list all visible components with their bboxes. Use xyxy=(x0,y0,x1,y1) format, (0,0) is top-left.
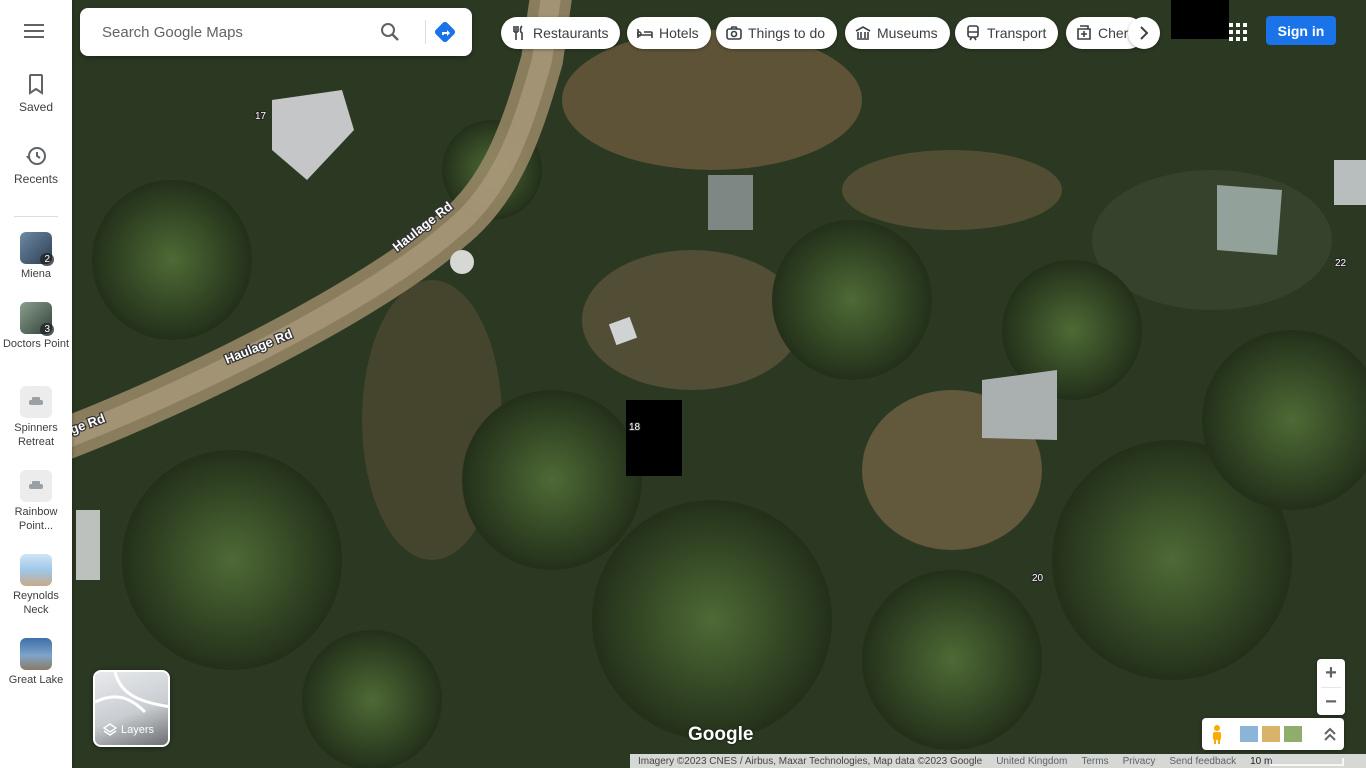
recent-place-label: Reynolds Neck xyxy=(13,590,59,616)
chevron-right-icon xyxy=(1140,26,1149,40)
recent-place-reynolds-neck[interactable]: Reynolds Neck xyxy=(0,554,72,617)
layers-icon xyxy=(103,723,117,736)
bookmark-icon xyxy=(29,74,43,95)
address-number: 17 xyxy=(255,111,267,122)
terms-link[interactable]: Terms xyxy=(1081,756,1108,767)
camera-icon xyxy=(726,26,742,40)
car-icon xyxy=(29,397,43,405)
recents-button[interactable]: Recents xyxy=(0,144,72,186)
place-thumbnail xyxy=(20,470,52,502)
region-link[interactable]: United Kingdom xyxy=(996,756,1067,767)
place-thumbnail xyxy=(20,386,52,418)
send-feedback-link[interactable]: Send feedback xyxy=(1169,756,1236,767)
recent-place-rainbow-point[interactable]: Rainbow Point... xyxy=(0,470,72,533)
train-icon xyxy=(967,25,979,41)
chip-label: Museums xyxy=(877,25,938,41)
recent-place-label: Spinners Retreat xyxy=(14,422,58,448)
attribution-bar: Imagery ©2023 CNES / Airbus, Maxar Techn… xyxy=(630,754,1366,768)
map-imagery: Haulage Rd Haulage Rd ge Rd 17 18 20 22 xyxy=(72,0,1366,768)
museum-icon xyxy=(855,26,871,40)
place-thumbnail: 3 xyxy=(20,302,54,336)
map-controls-bar xyxy=(1202,718,1344,750)
recent-place-label: Rainbow Point... xyxy=(14,506,58,532)
recent-place-great-lake[interactable]: Great Lake xyxy=(0,638,72,687)
chips-scroll-right-button[interactable] xyxy=(1128,17,1160,49)
recent-place-doctors-point[interactable]: 3 Doctors Point xyxy=(0,302,72,351)
chip-restaurants[interactable]: Restaurants xyxy=(501,17,621,49)
saved-label: Saved xyxy=(18,100,54,114)
chip-label: Things to do xyxy=(748,25,826,41)
chip-label: Hotels xyxy=(659,25,699,41)
layers-label: Layers xyxy=(121,724,155,736)
chip-museums[interactable]: Museums xyxy=(845,17,950,49)
search-input[interactable] xyxy=(102,20,372,44)
redacted-area xyxy=(1171,0,1229,39)
count-badge: 2 xyxy=(40,253,54,266)
recents-label: Recents xyxy=(13,172,59,186)
fork-knife-icon xyxy=(513,25,523,40)
zoom-out-button[interactable]: − xyxy=(1317,688,1345,716)
zoom-in-button[interactable]: + xyxy=(1317,659,1345,687)
search-box xyxy=(80,8,472,56)
pegman-icon[interactable] xyxy=(1210,724,1224,744)
bed-icon xyxy=(637,29,653,38)
sign-in-button[interactable]: Sign in xyxy=(1266,16,1336,45)
place-thumbnail: 2 xyxy=(20,232,54,266)
recent-place-label: Great Lake xyxy=(8,674,64,686)
search-divider xyxy=(425,20,426,44)
imagery-thumbnails-icon[interactable] xyxy=(1240,726,1302,742)
scale-label[interactable]: 10 m xyxy=(1250,756,1272,767)
search-icon[interactable] xyxy=(378,20,402,44)
chip-things-to-do[interactable]: Things to do xyxy=(716,17,838,49)
chevron-up-double-icon[interactable] xyxy=(1323,726,1337,742)
chip-hotels[interactable]: Hotels xyxy=(627,17,711,49)
history-icon xyxy=(26,147,46,165)
zoom-control: + − xyxy=(1317,659,1345,715)
car-icon xyxy=(29,481,43,489)
address-number: 22 xyxy=(1335,258,1347,269)
side-rail: Saved Recents 2 Miena 3 Doctors Point Sp… xyxy=(0,0,72,768)
imagery-attribution: Imagery ©2023 CNES / Airbus, Maxar Techn… xyxy=(638,755,983,767)
privacy-link[interactable]: Privacy xyxy=(1123,756,1156,767)
count-badge: 3 xyxy=(40,323,54,336)
chip-transport[interactable]: Transport xyxy=(955,17,1059,49)
recent-place-label: Doctors Point xyxy=(2,338,70,350)
recent-place-spinners-retreat[interactable]: Spinners Retreat xyxy=(0,386,72,449)
chip-label: Transport xyxy=(987,25,1047,41)
place-thumbnail xyxy=(20,554,52,586)
chip-label: Restaurants xyxy=(533,25,609,41)
pharmacy-icon xyxy=(1077,25,1091,40)
apps-grid-icon[interactable] xyxy=(1226,20,1250,44)
layers-button[interactable]: Layers xyxy=(93,670,170,747)
satellite-map[interactable]: Haulage Rd Haulage Rd ge Rd 17 18 20 22 xyxy=(72,0,1366,768)
saved-button[interactable]: Saved xyxy=(0,72,72,114)
recent-place-label: Miena xyxy=(21,268,51,280)
rail-divider xyxy=(14,216,58,217)
place-thumbnail xyxy=(20,638,52,670)
directions-icon[interactable] xyxy=(433,20,457,44)
google-logo: Google xyxy=(688,724,754,745)
address-number: 18 xyxy=(629,422,641,433)
address-number: 20 xyxy=(1032,573,1044,584)
menu-icon[interactable] xyxy=(24,21,48,43)
recent-place-miena[interactable]: 2 Miena xyxy=(0,232,72,281)
